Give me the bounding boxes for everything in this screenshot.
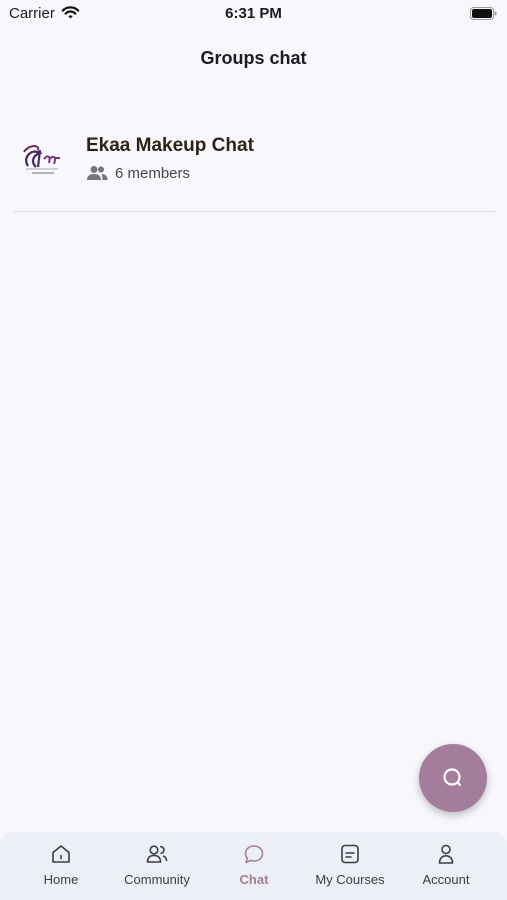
nav-label-chat: Chat: [239, 872, 269, 887]
group-name: Ekaa Makeup Chat: [86, 135, 254, 156]
courses-icon: [341, 844, 359, 864]
members-count: 6 members: [115, 164, 191, 182]
nav-label-community: Community: [124, 872, 190, 887]
group-list-item[interactable]: Ekaa Makeup Chat 6 members: [14, 125, 495, 212]
bottom-nav: Home Community Chat My Courses Account: [0, 832, 507, 900]
home-icon: [52, 845, 70, 863]
chat-icon: [244, 845, 264, 864]
nav-item-account[interactable]: Account: [396, 832, 496, 900]
group-members: 6 members: [86, 163, 190, 183]
search-fab-button[interactable]: [419, 744, 487, 812]
account-icon: [438, 844, 454, 864]
battery-icon: [470, 7, 497, 20]
people-icon: [87, 166, 108, 180]
nav-label-my-courses: My Courses: [315, 872, 385, 887]
page-title: Groups chat: [200, 48, 307, 68]
clock: 6:31 PM: [225, 5, 282, 22]
community-icon: [146, 845, 168, 863]
status-bar: Carrier 6:31 PM: [0, 0, 507, 28]
nav-item-my-courses[interactable]: My Courses: [300, 832, 400, 900]
nav-item-chat[interactable]: Chat: [204, 832, 304, 900]
search-icon: [443, 768, 462, 787]
nav-label-account: Account: [422, 872, 470, 887]
nav-item-community[interactable]: Community: [107, 832, 207, 900]
nav-item-home[interactable]: Home: [11, 832, 111, 900]
nav-label-home: Home: [43, 872, 79, 887]
ekaa-makeup-logo-icon: [23, 145, 60, 174]
